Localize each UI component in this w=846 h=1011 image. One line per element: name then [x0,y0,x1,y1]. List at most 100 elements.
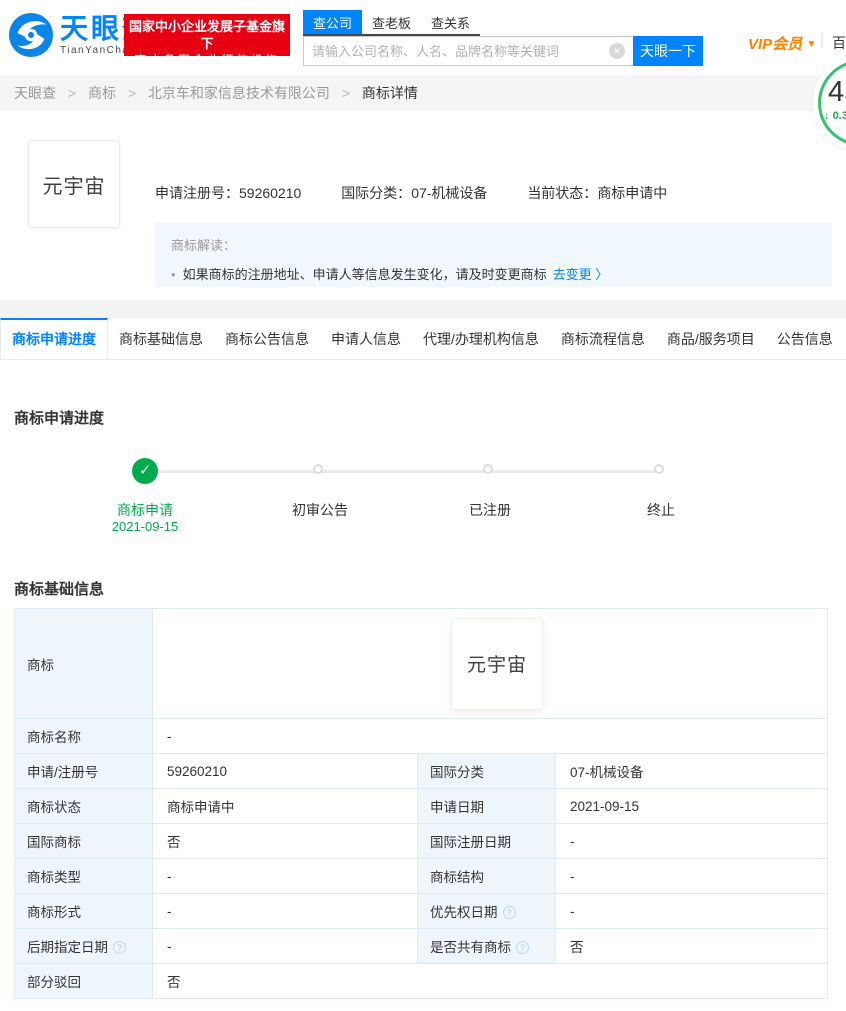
badge-line2: 官方备案企业征信机构 [134,53,280,67]
search-tabs: 查公司 查老板 查关系 [303,10,481,36]
breadcrumb-separator: > [341,85,351,101]
tab-process-info[interactable]: 商标流程信息 [550,318,656,359]
application-progress-stepper: ✓ 商标申请 2021-09-15 初审公告 已注册 终止 [0,440,846,550]
row-value: - [152,858,418,894]
row-label: 国际商标 [14,823,153,859]
search-area: 查公司 查老板 查关系 × 天眼一下 [303,10,703,66]
step-pending-dot [483,464,493,474]
search-tab-boss[interactable]: 查老板 [362,10,421,34]
row-label: 商标 [14,608,153,719]
reg-number-field: 申请注册号：59260210 [155,185,301,201]
table-row: 商标状态 商标申请中 申请日期 2021-09-15 [14,788,828,824]
vip-menu[interactable]: VIP会员 ▼ [748,33,816,54]
step-done-icon: ✓ [132,458,158,484]
step-label-preliminary: 初审公告 [292,502,348,518]
row-label: 申请日期 [417,788,556,824]
tab-agency-info[interactable]: 代理/办理机构信息 [412,318,550,359]
row-value: 商标申请中 [152,788,418,824]
row-value: 否 [152,823,418,859]
basic-info-table: 商标 元宇宙 商标名称 - 申请/注册号 59260210 国际分类 07-机械… [14,608,828,999]
search-button[interactable]: 天眼一下 [633,36,703,66]
current-status-field: 当前状态：商标申请中 [527,185,667,201]
step-pending-dot [654,464,664,474]
help-icon[interactable]: ? [516,941,529,954]
breadcrumb-home[interactable]: 天眼查 [14,85,56,101]
trademark-tip-box: 商标解读： • 如果商标的注册地址、申请人等信息发生变化，请及时变更商标 去变更 〉 [155,223,832,287]
breadcrumb-company[interactable]: 北京车和家信息技术有限公司 [148,85,330,101]
stepper-line [145,470,661,473]
detail-tabs: 商标申请进度 商标基础信息 商标公告信息 申请人信息 代理/办理机构信息 商标流… [0,318,846,360]
row-value: - [555,823,828,859]
progress-section-title: 商标申请进度 [14,410,105,427]
badge-line1: 国家中小企业发展子基金旗下 [128,19,285,51]
stock-change-value: 0.3 [832,110,846,122]
current-status-value: 商标申请中 [597,185,668,201]
row-label: 国际分类 [417,753,556,789]
vip-label: VIP会员 [748,36,803,53]
table-row: 部分驳回 否 [14,963,828,999]
search-tab-company[interactable]: 查公司 [303,10,363,34]
intl-class-label: 国际分类： [341,185,412,201]
row-value: - [555,858,828,894]
table-row: 商标 元宇宙 [14,608,828,719]
step-label-applied: 商标申请 [117,502,173,518]
stock-price-value: 45 [828,76,846,108]
row-value: 59260210 [152,753,418,789]
table-row: 国际商标 否 国际注册日期 - [14,823,828,859]
tab-gazette-info[interactable]: 公告信息 [766,318,844,359]
table-row: 申请/注册号 59260210 国际分类 07-机械设备 [14,753,828,789]
tab-goods-services[interactable]: 商品/服务项目 [656,318,766,359]
trademark-summary: 元宇宙 申请注册号：59260210 国际分类：07-机械设备 当前状态：商标申… [0,111,846,300]
tab-announcement-info[interactable]: 商标公告信息 [214,318,320,359]
header-right-link[interactable]: 百 [832,33,846,53]
clear-icon[interactable]: × [609,43,625,59]
row-label-text: 后期指定日期 [27,940,108,955]
reg-number-label: 申请注册号： [155,185,239,201]
step-label-terminated: 终止 [647,502,675,518]
stock-price-change: ↓ 0.3 [824,110,846,122]
breadcrumb-separator: > [127,85,137,101]
row-value: 否 [555,928,828,964]
current-status-label: 当前状态： [527,185,598,201]
search-input[interactable] [303,36,633,66]
summary-fields: 申请注册号：59260210 国际分类：07-机械设备 当前状态：商标申请中 [155,183,703,203]
go-change-link[interactable]: 去变更 〉 [553,267,609,282]
row-value: - [152,718,828,754]
breadcrumb-separator: > [67,85,77,101]
breadcrumb: 天眼查 > 商标 > 北京车和家信息技术有限公司 > 商标详情 [0,75,846,111]
row-label: 商标名称 [14,718,153,754]
tip-title: 商标解读： [171,238,237,253]
row-label: 申请/注册号 [14,753,153,789]
row-label-text: 优先权日期 [430,905,498,920]
reg-number-value: 59260210 [239,185,302,201]
tab-applicant-info[interactable]: 申请人信息 [320,318,412,359]
row-value: - [152,893,418,929]
section-gap [0,300,846,318]
help-icon[interactable]: ? [502,906,516,919]
step-label-registered: 已注册 [469,502,511,518]
row-value: - [152,928,418,964]
row-value: - [555,893,828,929]
trademark-image: 元宇宙 [451,617,543,710]
table-row: 后期指定日期? - 是否共有商标? 否 [14,928,828,964]
breadcrumb-trademark[interactable]: 商标 [88,85,116,101]
tab-basic-info[interactable]: 商标基础信息 [108,318,214,359]
official-badge: 国家中小企业发展子基金旗下 官方备案企业征信机构 [124,14,290,67]
tip-line: • 如果商标的注册地址、申请人等信息发生变化，请及时变更商标 去变更 〉 [171,264,816,283]
mark-image-cell: 元宇宙 [152,608,828,719]
basic-info-section-title: 商标基础信息 [14,581,105,598]
row-label: 商标状态 [14,788,153,824]
caret-down-icon: ▼ [806,39,817,50]
bullet-icon: • [171,267,176,282]
row-label: 优先权日期? [417,893,556,929]
table-row: 商标名称 - [14,718,828,754]
search-tab-relation[interactable]: 查关系 [421,10,480,34]
tab-application-progress[interactable]: 商标申请进度 [0,318,108,359]
table-row: 商标类型 - 商标结构 - [14,858,828,894]
trademark-image: 元宇宙 [28,140,120,228]
help-icon[interactable]: ? [113,941,126,954]
header-divider: | [820,31,825,48]
row-value: 2021-09-15 [555,788,828,824]
row-value: 否 [152,963,828,999]
row-label: 商标形式 [14,893,153,929]
